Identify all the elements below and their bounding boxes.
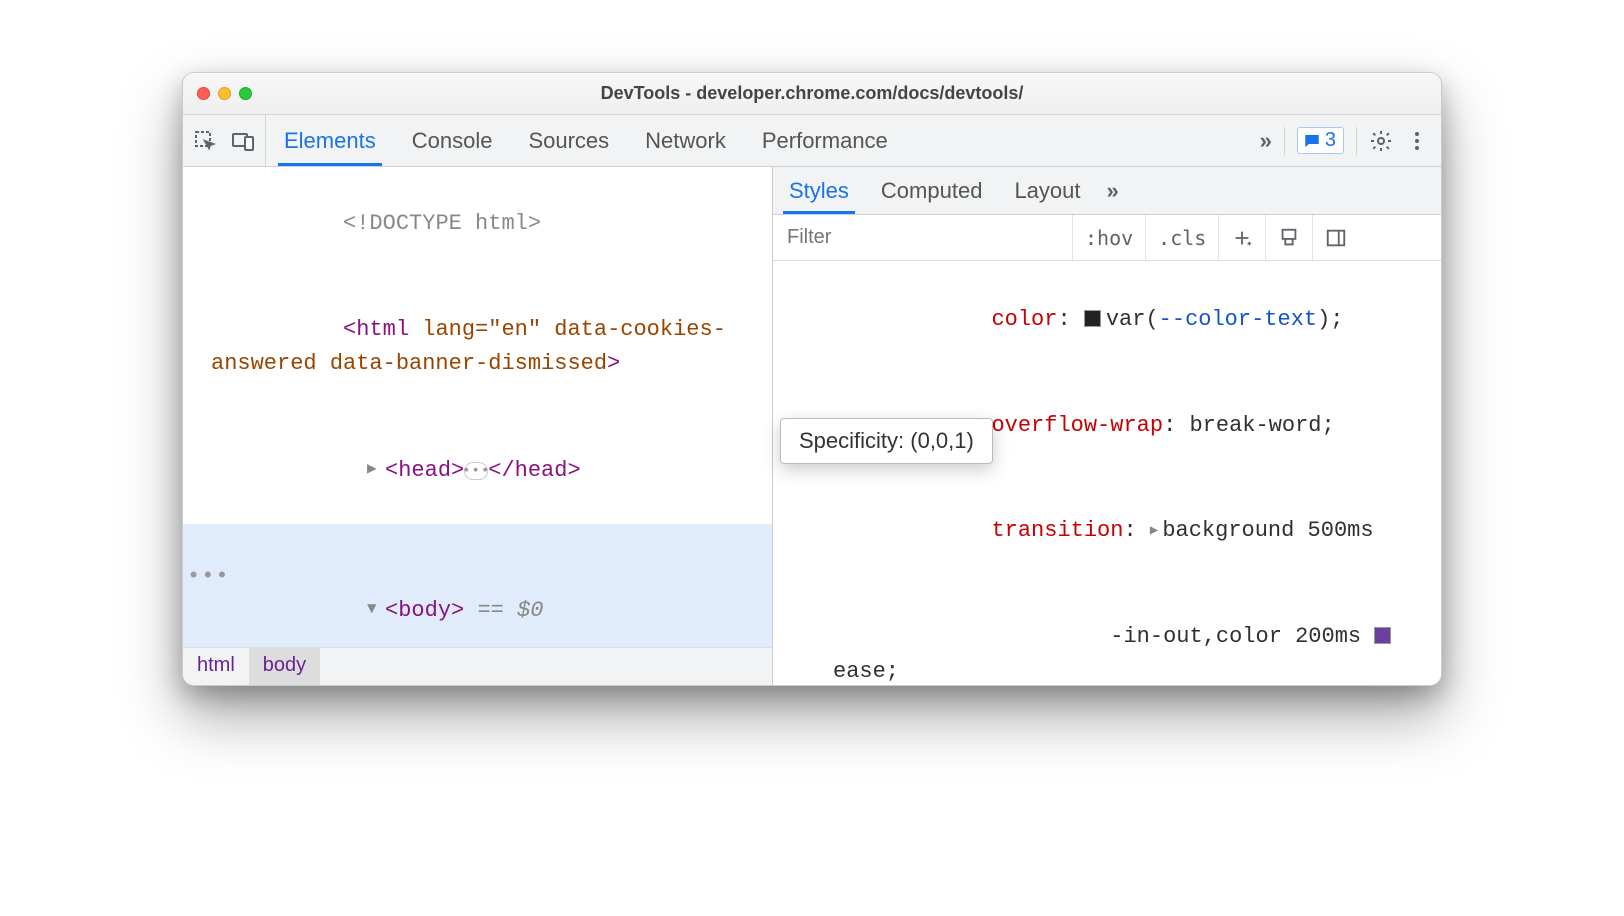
toolbar-separator [1284,127,1285,155]
toolbar-separator-2 [1356,127,1357,155]
specificity-tooltip: Specificity: (0,0,1) [780,418,993,464]
styles-filter-input[interactable] [773,215,1073,260]
dom-html-open[interactable]: <html lang="en" data-cookies-answered da… [183,277,772,417]
rendering-panel-icon[interactable] [1313,215,1359,260]
cls-toggle[interactable]: .cls [1146,215,1219,260]
more-subtabs-icon[interactable]: » [1097,167,1129,214]
toolbar-right: » 3 [1248,115,1441,166]
styles-subtabs: Styles Computed Layout » [773,167,1441,215]
inspect-element-icon[interactable] [193,129,217,153]
dom-tree-panel: <!DOCTYPE html> <html lang="en" data-coo… [183,167,773,685]
styles-rules[interactable]: color: var(--color-text); overflow-wrap:… [773,261,1441,685]
breadcrumbs: html body [183,647,772,685]
subtab-styles[interactable]: Styles [773,167,865,214]
device-toggle-icon[interactable] [231,129,255,153]
tab-elements[interactable]: Elements [266,115,394,166]
dom-body-selected[interactable]: ••• ▼<body> == $0 [183,524,772,647]
tab-sources[interactable]: Sources [510,115,627,166]
crumb-html[interactable]: html [183,648,249,685]
settings-gear-icon[interactable] [1369,129,1393,153]
new-style-rule-icon[interactable] [1219,215,1266,260]
color-swatch-icon[interactable] [1084,310,1101,327]
dom-head[interactable]: ▶<head>•••</head> [183,418,772,524]
style-rule-body-props[interactable]: color: var(--color-text); overflow-wrap:… [773,265,1441,685]
hov-toggle[interactable]: :hov [1073,215,1146,260]
crumb-body[interactable]: body [249,648,320,685]
subtab-layout[interactable]: Layout [998,167,1096,214]
message-icon [1303,132,1321,150]
dom-doctype[interactable]: <!DOCTYPE html> [183,171,772,277]
tab-network[interactable]: Network [627,115,744,166]
panel-tabs: Elements Console Sources Network Perform… [266,115,1248,166]
more-tabs-icon[interactable]: » [1260,128,1272,154]
styles-toolbar: :hov .cls [773,215,1441,261]
titlebar: DevTools - developer.chrome.com/docs/dev… [183,73,1441,115]
tab-console[interactable]: Console [394,115,511,166]
ellipsis-icon[interactable]: ••• [464,462,488,480]
toolbar-left [183,115,266,166]
window-title: DevTools - developer.chrome.com/docs/dev… [183,83,1441,104]
kebab-menu-icon[interactable] [1405,129,1429,153]
bezier-swatch-icon[interactable] [1374,627,1391,644]
messages-count-value: 3 [1325,129,1336,152]
subtab-computed[interactable]: Computed [865,167,999,214]
collapse-icon[interactable]: ▼ [367,597,385,622]
tab-performance[interactable]: Performance [744,115,906,166]
main-toolbar: Elements Console Sources Network Perform… [183,115,1441,167]
dom-tree[interactable]: <!DOCTYPE html> <html lang="en" data-coo… [183,167,772,647]
paint-flash-icon[interactable] [1266,215,1313,260]
devtools-window: DevTools - developer.chrome.com/docs/dev… [182,72,1442,686]
messages-badge[interactable]: 3 [1297,127,1344,154]
row-actions-icon[interactable]: ••• [187,560,230,594]
expand-icon[interactable]: ▶ [367,457,385,482]
expand-icon[interactable]: ▶ [1150,520,1158,542]
